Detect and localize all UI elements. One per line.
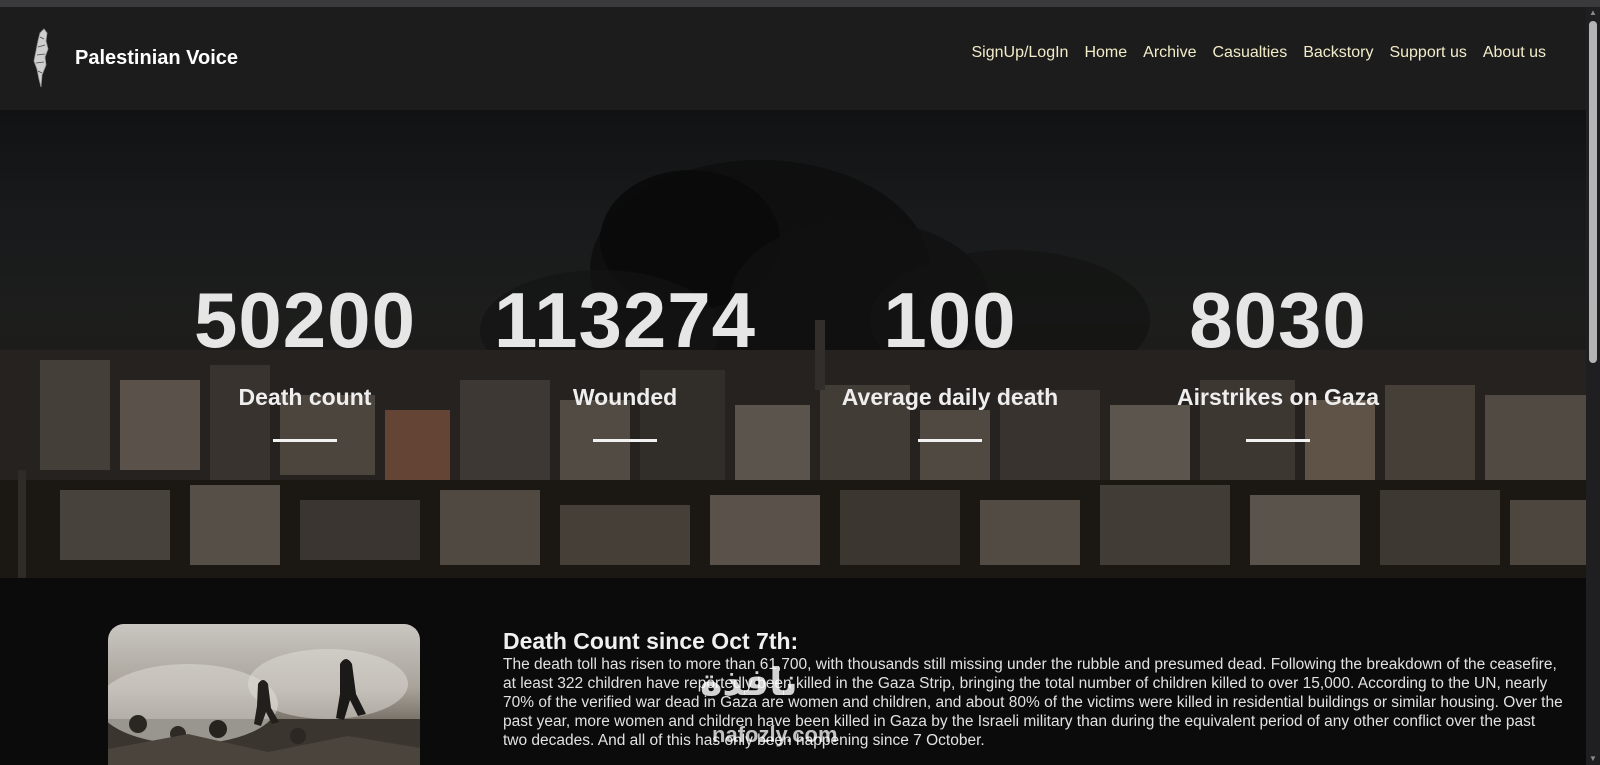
stat-wounded: 113274 Wounded — [455, 280, 795, 442]
palestine-map-icon[interactable] — [28, 27, 56, 89]
stat-value: 100 — [883, 276, 1017, 364]
navbar: Palestinian Voice SignUp/LogIn Home Arch… — [0, 7, 1586, 110]
nav-archive[interactable]: Archive — [1143, 44, 1196, 62]
browser-top-bar — [0, 0, 1600, 7]
stat-label: Average daily death — [841, 384, 1059, 410]
nav-casualties[interactable]: Casualties — [1213, 44, 1288, 62]
stat-divider — [918, 439, 982, 442]
stat-label: Airstrikes on Gaza — [1177, 384, 1379, 410]
stat-value: 50200 — [194, 276, 416, 364]
brand-name[interactable]: Palestinian Voice — [75, 47, 238, 70]
article-title: Death Count since Oct 7th: — [503, 628, 799, 654]
watermark-url: nafozly.com — [712, 722, 838, 747]
article-body: The death toll has risen to more than 61… — [503, 656, 1563, 749]
scrollbar-thumb[interactable] — [1589, 21, 1597, 363]
article-photo — [108, 624, 420, 765]
stat-divider — [1246, 439, 1310, 442]
death-count-section: Death Count since Oct 7th: The death tol… — [0, 578, 1586, 765]
stat-label: Death count — [238, 384, 372, 410]
nav-support-us[interactable]: Support us — [1389, 44, 1466, 62]
nav-backstory[interactable]: Backstory — [1303, 44, 1373, 62]
hero-section: 50200 Death count 113274 Wounded 100 Ave… — [0, 110, 1586, 578]
stat-divider — [593, 439, 657, 442]
stat-value: 8030 — [1189, 276, 1367, 364]
nav-signup-login[interactable]: SignUp/LogIn — [971, 44, 1068, 62]
stat-label: Wounded — [572, 384, 678, 410]
stat-airstrikes: 8030 Airstrikes on Gaza — [1108, 280, 1448, 442]
stat-average-daily-death: 100 Average daily death — [780, 280, 1120, 442]
stat-value: 113274 — [494, 276, 756, 364]
stat-death-count: 50200 Death count — [135, 280, 475, 442]
nav-home[interactable]: Home — [1084, 44, 1127, 62]
rubble-scene-image — [108, 649, 420, 765]
vertical-scrollbar[interactable]: ▲ ▼ — [1586, 7, 1600, 765]
main-nav: SignUp/LogIn Home Archive Casualties Bac… — [971, 44, 1546, 62]
nav-about-us[interactable]: About us — [1483, 44, 1546, 62]
page: Palestinian Voice SignUp/LogIn Home Arch… — [0, 7, 1586, 765]
stat-divider — [273, 439, 337, 442]
scroll-up-icon[interactable]: ▲ — [1589, 9, 1597, 17]
watermark-logo: نافذة — [700, 662, 798, 704]
scroll-down-icon[interactable]: ▼ — [1589, 755, 1597, 763]
